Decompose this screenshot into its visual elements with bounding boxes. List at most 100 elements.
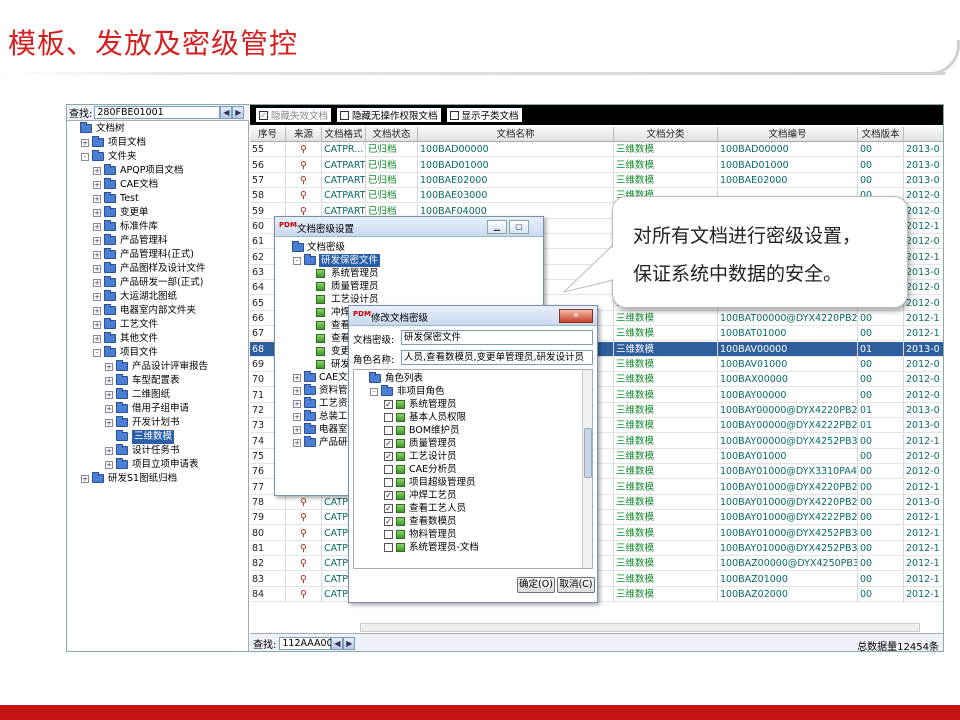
tree-node[interactable]: + 大运湖北图纸 <box>67 290 249 304</box>
column-header[interactable]: 文档编号 <box>718 127 858 142</box>
grid-horizontal-scrollbar[interactable] <box>360 623 920 632</box>
column-header[interactable]: 文档状态 <box>366 127 418 142</box>
table-row[interactable]: 57 ⚲ CATPART 已归档 100BAE02000 三维数模 100BAE02000 0… <box>250 172 943 188</box>
tree-node[interactable]: + 变更单 <box>67 206 249 220</box>
tree-node[interactable]: + 项目立项申请表 <box>67 458 249 472</box>
role-checkbox[interactable] <box>384 413 393 422</box>
role-checkbox[interactable] <box>384 530 393 539</box>
role-list-item[interactable]: ✓ 质量管理员 <box>356 437 581 450</box>
checkbox-box[interactable] <box>449 110 459 120</box>
tree-node[interactable]: 文档树 <box>67 122 249 136</box>
role-list-item[interactable]: - 非项目角色 <box>356 385 581 398</box>
security-tree-node[interactable]: - 研发保密文件 <box>279 254 541 267</box>
role-list-item[interactable]: CAE分析员 <box>356 463 581 476</box>
left-search-input[interactable]: 280FBE01001 <box>94 106 221 119</box>
table-row[interactable]: 56 ⚲ CATPART 已归档 100BAD01000 三维数模 100BAD01000 0… <box>250 157 943 173</box>
tree-node[interactable]: + 开发计划书 <box>67 416 249 430</box>
expand-toggle-icon[interactable]: + <box>93 237 101 245</box>
column-header[interactable]: 来源 <box>286 127 322 142</box>
tree-node[interactable]: + 产品管理科(正式) <box>67 248 249 262</box>
expand-toggle-icon[interactable]: + <box>93 181 101 189</box>
expand-toggle-icon[interactable]: + <box>93 223 101 231</box>
ok-button[interactable]: 确定(O) <box>517 577 555 593</box>
tree-node[interactable]: + 标准件库 <box>67 220 249 234</box>
tree-node[interactable]: + 借用子组申请 <box>67 402 249 416</box>
security-tree-node[interactable]: 系统管理员 <box>279 267 541 280</box>
role-checkbox[interactable]: ✓ <box>384 504 393 513</box>
level-field[interactable]: 研发保密文件 <box>401 330 593 345</box>
role-field[interactable]: 人员,查看数模员,变更单管理员,研发设计员 <box>401 350 593 365</box>
toolbar-checkbox[interactable]: 显示子类文档 <box>446 108 522 122</box>
role-list-item[interactable]: ✓ 查看数模员 <box>356 515 581 528</box>
expand-toggle-icon[interactable]: + <box>293 439 301 447</box>
left-search-prev-button[interactable]: ◀ <box>220 106 233 119</box>
column-header[interactable]: 文档分类 <box>614 127 718 142</box>
expand-toggle-icon[interactable]: + <box>105 405 113 413</box>
tree-node[interactable]: + 电器室内部文件夹 <box>67 304 249 318</box>
expand-toggle-icon[interactable]: + <box>93 293 101 301</box>
column-header[interactable]: 文档名称 <box>418 127 614 142</box>
expand-toggle-icon[interactable]: - <box>293 257 301 265</box>
role-list-item[interactable]: BOM维护员 <box>356 424 581 437</box>
role-checkbox[interactable]: ✓ <box>384 517 393 526</box>
maximize-icon[interactable]: ▢ <box>509 220 529 234</box>
role-list-item[interactable]: 系统管理员-文档 <box>356 541 581 554</box>
role-list-item[interactable]: ✓ 冲焊工艺员 <box>356 489 581 502</box>
tree-node[interactable]: + APQP项目文档 <box>67 164 249 178</box>
expand-toggle-icon[interactable]: + <box>293 426 301 434</box>
expand-toggle-icon[interactable]: + <box>93 209 101 217</box>
left-search-next-button[interactable]: ▶ <box>232 106 245 119</box>
expand-toggle-icon[interactable]: - <box>370 388 378 396</box>
expand-toggle-icon[interactable]: + <box>93 251 101 259</box>
expand-toggle-icon[interactable]: + <box>293 387 301 395</box>
expand-toggle-icon[interactable]: + <box>93 321 101 329</box>
expand-toggle-icon[interactable]: + <box>93 279 101 287</box>
expand-toggle-icon[interactable]: - <box>81 153 89 161</box>
tree-node[interactable]: + 车型配置表 <box>67 374 249 388</box>
role-checkbox[interactable]: ✓ <box>384 452 393 461</box>
tree-node[interactable]: + 产品管理科 <box>67 234 249 248</box>
tree-node[interactable]: + Test <box>67 192 249 206</box>
tree-node[interactable]: + 工艺文件 <box>67 318 249 332</box>
column-header[interactable]: 文档版本 <box>858 127 904 142</box>
tree-node[interactable]: + 产品图样及设计文件 <box>67 262 249 276</box>
tree-node[interactable]: - 项目文件 <box>67 346 249 360</box>
expand-toggle-icon[interactable]: + <box>293 413 301 421</box>
expand-toggle-icon[interactable]: + <box>105 363 113 371</box>
bottom-search-input[interactable]: 112AAA000 <box>279 637 339 650</box>
role-list-item[interactable]: 项目超级管理员 <box>356 476 581 489</box>
expand-toggle-icon[interactable]: + <box>93 265 101 273</box>
column-header[interactable]: 文档格式 <box>322 127 366 142</box>
role-checkbox[interactable] <box>384 465 393 474</box>
expand-toggle-icon[interactable]: + <box>93 307 101 315</box>
cancel-button[interactable]: 取消(C) <box>557 577 595 593</box>
expand-toggle-icon[interactable]: + <box>105 377 113 385</box>
tree-node[interactable]: + CAE文档 <box>67 178 249 192</box>
toolbar-checkbox[interactable]: ✓ 隐藏失效文档 <box>256 108 332 122</box>
tree-node[interactable]: + 设计任务书 <box>67 444 249 458</box>
role-list-item[interactable]: 角色列表 <box>356 372 581 385</box>
role-checkbox[interactable]: ✓ <box>384 400 393 409</box>
tree-node[interactable]: + 研发S1图纸归档 <box>67 472 249 486</box>
tree-node[interactable]: 三维数模 <box>67 430 249 444</box>
expand-toggle-icon[interactable]: + <box>93 167 101 175</box>
role-list-item[interactable]: ✓ 查看工艺人员 <box>356 502 581 515</box>
role-list-item[interactable]: ✓ 工艺设计员 <box>356 450 581 463</box>
expand-toggle-icon[interactable]: + <box>81 475 89 483</box>
expand-toggle-icon[interactable]: + <box>105 447 113 455</box>
role-list-item[interactable]: 物料管理员 <box>356 528 581 541</box>
tree-node[interactable]: + 项目文档 <box>67 136 249 150</box>
role-list-item[interactable]: 基本人员权限 <box>356 411 581 424</box>
expand-toggle-icon[interactable]: + <box>105 419 113 427</box>
checkbox-box[interactable]: ✓ <box>259 110 268 120</box>
tree-node[interactable]: + 其他文件 <box>67 332 249 346</box>
tree-node[interactable]: + 二维图纸 <box>67 388 249 402</box>
expand-toggle-icon[interactable]: + <box>81 139 89 147</box>
checkbox-box[interactable] <box>340 110 350 120</box>
table-row[interactable]: 55 ⚲ CATPR... 已归档 100BAD00000 三维数模 100BAD00000… <box>250 142 943 158</box>
column-header[interactable] <box>904 127 943 142</box>
tree-node[interactable]: - 文件夹 <box>67 150 249 164</box>
role-list-scrollbar[interactable] <box>582 370 592 568</box>
expand-toggle-icon[interactable]: + <box>105 461 113 469</box>
expand-toggle-icon[interactable]: + <box>293 374 301 382</box>
